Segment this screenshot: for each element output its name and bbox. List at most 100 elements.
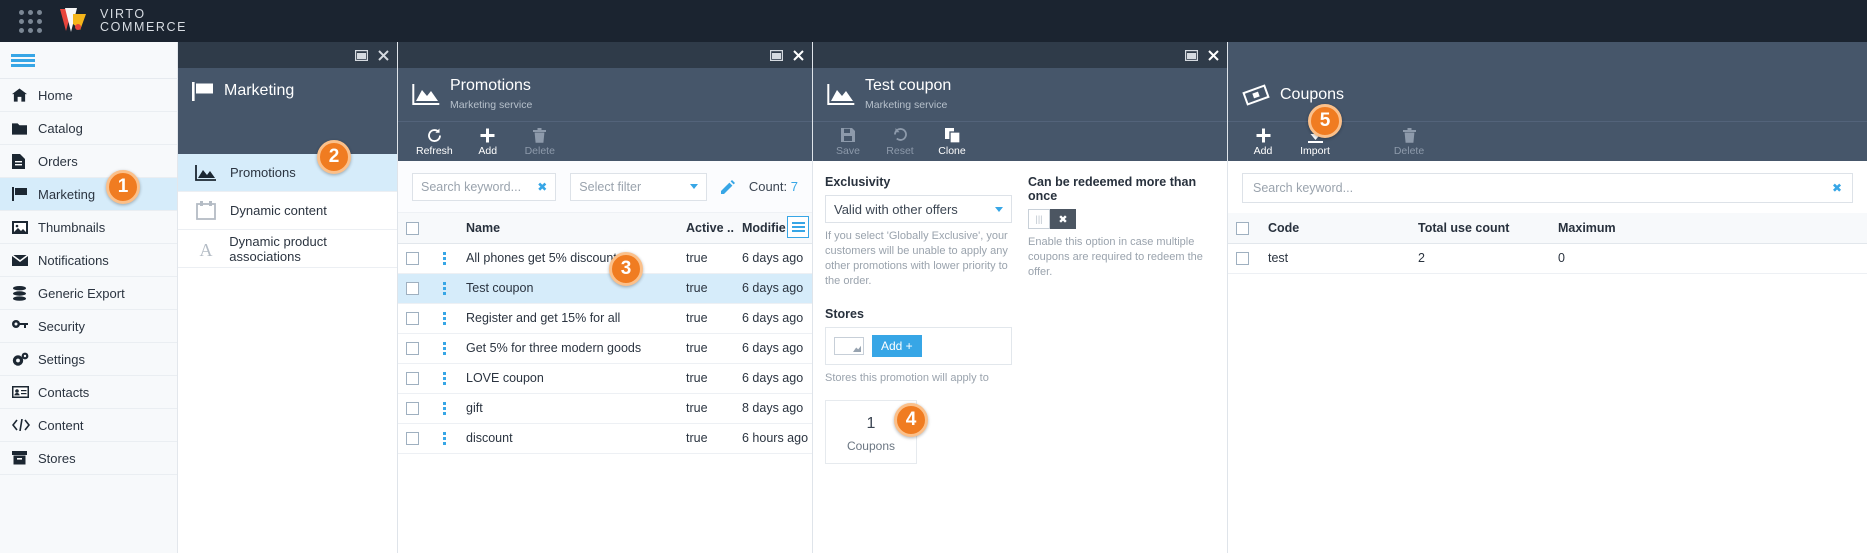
refresh-icon: [427, 127, 442, 144]
add-button[interactable]: Add: [471, 127, 505, 157]
stores-label: Stores: [825, 307, 864, 321]
table-row[interactable]: All phones get 5% discount true 6 days a…: [398, 243, 812, 274]
row-menu-icon[interactable]: [438, 371, 450, 385]
row-checkbox[interactable]: [406, 312, 419, 326]
marketing-toolbar-spacer: [178, 114, 397, 154]
row-menu-icon[interactable]: [438, 341, 450, 355]
chevron-down-icon: [689, 184, 698, 189]
svg-text:A: A: [199, 240, 212, 258]
row-menu-header: [430, 213, 458, 244]
sidebar-item-stores[interactable]: Stores: [0, 442, 177, 475]
row-checkbox-cell: [398, 333, 430, 364]
cell-name: Register and get 15% for all: [458, 303, 678, 334]
column-header-modified[interactable]: Modifie: [734, 213, 812, 244]
table-row[interactable]: gift true 8 days ago: [398, 393, 812, 424]
step-badge-2: 2: [317, 140, 351, 174]
row-checkbox[interactable]: [406, 252, 419, 266]
close-icon[interactable]: [793, 49, 804, 61]
table-row[interactable]: test 2 0: [1228, 243, 1867, 274]
column-settings-icon[interactable]: [787, 216, 809, 238]
sidebar-item-notifications[interactable]: Notifications: [0, 244, 177, 277]
row-checkbox[interactable]: [406, 342, 419, 356]
cell-code: test: [1260, 243, 1410, 274]
exclusivity-hint: If you select 'Globally Exclusive', your…: [825, 230, 1008, 287]
row-checkbox[interactable]: [406, 282, 419, 296]
marketing-item-dynamic-content[interactable]: Dynamic content: [178, 192, 397, 230]
clear-search-icon[interactable]: ✖: [1832, 181, 1842, 195]
sidebar-item-home[interactable]: Home: [0, 79, 177, 112]
clone-button[interactable]: Clone: [935, 127, 969, 157]
row-checkbox[interactable]: [406, 372, 419, 386]
row-checkbox[interactable]: [1236, 252, 1249, 266]
cell-name: LOVE coupon: [458, 363, 678, 394]
redeem-toggle[interactable]: ||| ✖: [1028, 209, 1076, 229]
sidebar-item-catalog[interactable]: Catalog: [0, 112, 177, 145]
sidebar-item-thumbnails[interactable]: Thumbnails: [0, 211, 177, 244]
search-input[interactable]: Search keyword... ✖: [412, 172, 557, 201]
column-header-code[interactable]: Code: [1260, 213, 1410, 244]
row-menu-icon[interactable]: [438, 401, 450, 415]
sidebar-item-orders[interactable]: Orders: [0, 145, 177, 178]
select-all-checkbox[interactable]: [406, 221, 419, 235]
application-window: VIRTO COMMERCE Home Catalog Orders Marke…: [0, 0, 1867, 553]
maximize-icon[interactable]: [355, 49, 368, 61]
sidebar-label-generic-export: Generic Export: [38, 285, 125, 301]
maximize-icon[interactable]: [1185, 49, 1198, 61]
image-icon: [12, 220, 38, 234]
add-store-button[interactable]: Add +: [872, 335, 922, 357]
table-row[interactable]: Get 5% for three modern goods true 6 day…: [398, 333, 812, 364]
refresh-label: Refresh: [416, 144, 453, 157]
table-row[interactable]: Register and get 15% for all true 6 days…: [398, 303, 812, 334]
clear-search-icon[interactable]: ✖: [537, 180, 547, 194]
column-header-total-use-count[interactable]: Total use count: [1410, 213, 1550, 244]
app-grid-icon[interactable]: [0, 9, 60, 33]
column-header-name[interactable]: Name: [458, 213, 678, 244]
coupon-form: Exclusivity Valid with other offers If y…: [813, 161, 1227, 478]
row-checkbox[interactable]: [406, 402, 419, 416]
toggle-track: |||: [1028, 209, 1050, 229]
sidebar-label-stores: Stores: [38, 450, 76, 466]
marketing-item-dynamic-product-associations[interactable]: A Dynamic product associations: [178, 230, 397, 268]
close-icon[interactable]: [378, 49, 389, 61]
close-icon[interactable]: [1208, 49, 1219, 61]
sidebar-item-marketing[interactable]: Marketing: [0, 178, 177, 211]
flag-icon: [12, 187, 38, 201]
stores-box: Add +: [825, 327, 1012, 365]
cell-modified: 8 days ago: [734, 393, 812, 424]
sidebar-toggle-icon[interactable]: [0, 42, 177, 79]
coupon-subtitle: Marketing service: [865, 98, 948, 111]
sidebar-item-security[interactable]: Security: [0, 310, 177, 343]
table-row[interactable]: LOVE coupon true 6 days ago: [398, 363, 812, 394]
row-menu-icon[interactable]: [438, 311, 450, 325]
refresh-button[interactable]: Refresh: [416, 127, 453, 157]
column-header-modified-label: Modifie: [742, 220, 786, 235]
row-menu-icon[interactable]: [438, 281, 450, 295]
coupons-search-input[interactable]: Search keyword... ✖: [1242, 173, 1853, 203]
delete-coupon-button: Delete: [1392, 127, 1426, 157]
table-row[interactable]: discount true 6 hours ago: [398, 423, 812, 454]
filter-select[interactable]: Select filter: [570, 172, 707, 201]
maximize-icon[interactable]: [770, 49, 783, 61]
add-coupon-button[interactable]: Add: [1246, 127, 1280, 157]
cell-modified: 6 days ago: [734, 363, 812, 394]
table-row[interactable]: Test coupon true 6 days ago: [398, 273, 812, 304]
plus-icon: [480, 127, 495, 144]
flag-icon: [192, 81, 214, 101]
row-menu-icon[interactable]: [438, 251, 450, 265]
column-header-active[interactable]: Active ...: [678, 213, 734, 244]
sidebar-item-generic-export[interactable]: Generic Export: [0, 277, 177, 310]
select-all-checkbox[interactable]: [1236, 221, 1249, 235]
row-checkbox[interactable]: [406, 432, 419, 446]
row-menu-icon[interactable]: [438, 431, 450, 445]
toggle-knob-off-icon[interactable]: ✖: [1050, 209, 1076, 229]
sidebar-item-settings[interactable]: Settings: [0, 343, 177, 376]
exclusivity-select[interactable]: Valid with other offers: [825, 195, 1012, 223]
column-header-maximum[interactable]: Maximum: [1550, 213, 1867, 244]
promotions-table-body: All phones get 5% discount true 6 days a…: [398, 243, 812, 454]
edit-filter-icon[interactable]: [720, 179, 735, 194]
marketing-item-promotions[interactable]: Promotions: [178, 154, 397, 192]
sidebar-label-home: Home: [38, 87, 73, 103]
sidebar-item-content[interactable]: Content: [0, 409, 177, 442]
sidebar-item-contacts[interactable]: Contacts: [0, 376, 177, 409]
letter-a-icon: A: [194, 240, 217, 258]
